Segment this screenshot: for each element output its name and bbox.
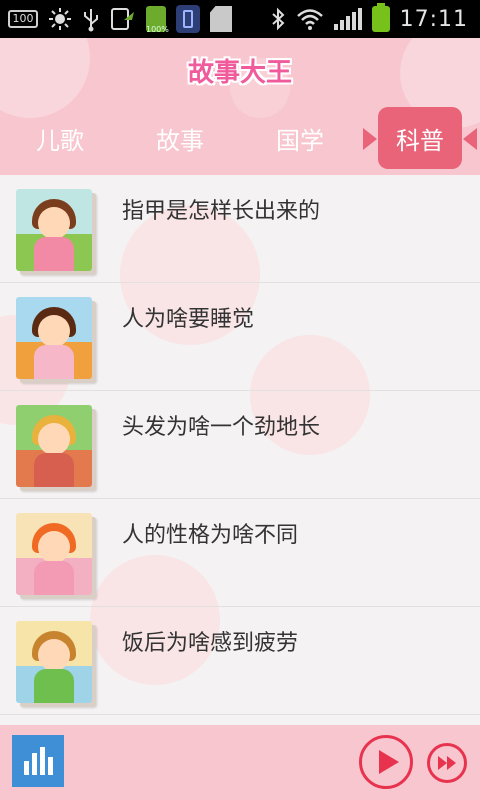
status-right: 17:11 [270,3,468,32]
list-item-title: 饭后为啥感到疲劳 [122,631,299,656]
list-item[interactable]: 指甲是怎样长出来的 [0,175,480,283]
girl-hands-thumbnail [16,189,92,271]
battery-full-icon: 100% [146,6,169,34]
fast-forward-icon[interactable] [427,743,467,783]
play-icon[interactable] [359,735,413,789]
player-bar [0,725,480,800]
list-item-title: 人的性格为啥不同 [122,523,299,548]
list-item[interactable]: 饭后为啥感到疲劳 [0,607,480,715]
list-item-title: 指甲是怎样长出来的 [122,199,321,224]
wifi-icon [296,6,324,32]
app-header: 故事大王 儿歌 故事 国学 科普 [0,38,480,175]
sun-icon [48,6,72,32]
tab-label: 故事 [156,126,204,155]
signal-icon [333,8,362,30]
status-bar: 100 100% 17:11 [0,0,480,38]
baby-sleepy-thumbnail [16,621,92,703]
category-tabs: 儿歌 故事 国学 科普 [0,106,480,170]
tab-songs[interactable]: 儿歌 [0,106,120,170]
list-item[interactable]: 人为啥要睡觉 [0,283,480,391]
girl-sleeping-thumbnail [16,297,92,379]
status-left: 100 100% [8,5,232,34]
status-time: 17:11 [399,6,468,32]
list-item[interactable]: 人的性格为啥不同 [0,499,480,607]
list-item[interactable]: 头发为啥一个劲地长 [0,391,480,499]
battery-100-icon: 100 [8,10,38,28]
app-title: 故事大王 [187,58,292,88]
girl-long-hair-thumbnail [16,405,92,487]
battery-icon [371,3,390,32]
story-list[interactable]: 指甲是怎样长出来的 人为啥要睡觉 头发为啥一个劲地长 人的性格为啥不同 饭后为啥… [0,175,480,725]
sync-icon [110,6,136,32]
bluetooth-icon [270,6,286,32]
sd-card-icon [210,6,232,32]
boy-cooking-thumbnail [16,513,92,595]
usb-icon [82,6,100,32]
tab-stories[interactable]: 故事 [120,106,240,170]
tab-label: 儿歌 [36,126,84,155]
phone-icon [176,5,200,33]
list-item-title: 头发为啥一个劲地长 [122,415,321,440]
list-item-title: 人为啥要睡觉 [122,307,255,332]
tab-label: 科普 [378,107,462,169]
tab-science[interactable]: 科普 [360,106,480,170]
tab-classics[interactable]: 国学 [240,106,360,170]
equalizer-icon[interactable] [12,735,64,787]
tab-label: 国学 [276,126,324,155]
